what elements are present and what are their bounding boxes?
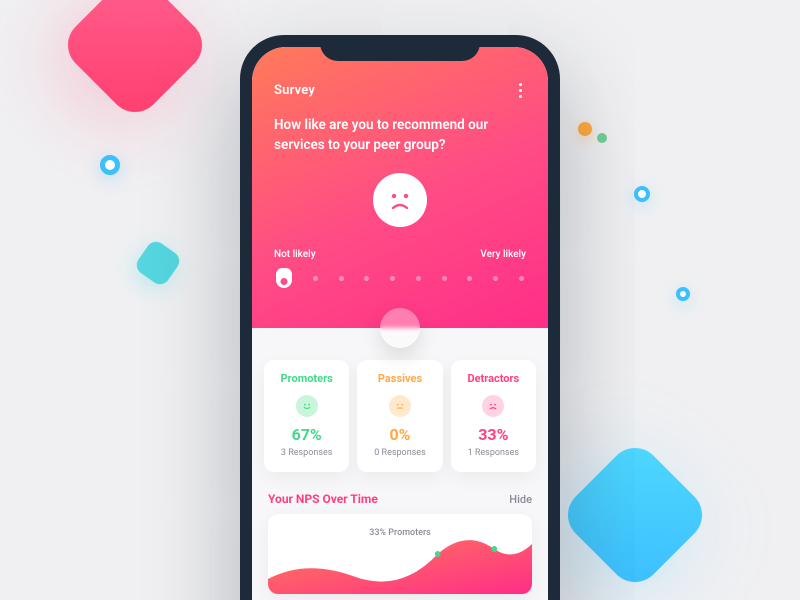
hide-button[interactable]: Hide — [509, 493, 532, 506]
slider-handle[interactable] — [276, 268, 292, 288]
promoters-card[interactable]: Promoters 67% 3 Responses — [264, 360, 349, 472]
nps-chart-section: Your NPS Over Time Hide 33% Promoters — [252, 486, 548, 594]
card-title: Detractors — [459, 372, 528, 385]
survey-hero: Survey How like are you to recommend our… — [252, 47, 548, 328]
sad-face-icon — [482, 395, 504, 417]
happy-face-icon — [296, 395, 318, 417]
card-responses: 0 Responses — [365, 448, 434, 458]
phone-frame: Survey How like are you to recommend our… — [240, 35, 560, 600]
more-menu-icon[interactable] — [515, 79, 526, 102]
bg-shape-teal — [133, 238, 183, 288]
card-percent: 67% — [272, 425, 341, 444]
slider-high-label: Very likely — [480, 249, 526, 260]
card-percent: 33% — [459, 425, 528, 444]
bg-dot — [634, 186, 650, 202]
chart-title: Your NPS Over Time — [268, 492, 378, 506]
pull-down-handle[interactable] — [380, 308, 420, 348]
phone-screen: Survey How like are you to recommend our… — [252, 47, 548, 600]
bg-dot — [578, 122, 592, 136]
card-percent: 0% — [365, 425, 434, 444]
stats-row: Promoters 67% 3 Responses Passives 0% 0 … — [252, 328, 548, 486]
card-responses: 1 Responses — [459, 448, 528, 458]
neutral-face-icon — [389, 395, 411, 417]
bg-dot — [676, 287, 690, 301]
card-title: Promoters — [272, 372, 341, 385]
bg-dot — [597, 133, 607, 143]
slider-low-label: Not likely — [274, 249, 316, 260]
frown-face-icon — [373, 173, 427, 227]
passives-card[interactable]: Passives 0% 0 Responses — [357, 360, 442, 472]
survey-question: How like are you to recommend our servic… — [274, 116, 526, 155]
likelihood-slider[interactable] — [274, 268, 526, 288]
page-title: Survey — [274, 83, 315, 98]
card-responses: 3 Responses — [272, 448, 341, 458]
bg-dot — [100, 155, 120, 175]
bg-shape-blue — [557, 437, 713, 593]
bg-shape-pink — [57, 0, 213, 123]
nps-chart[interactable]: 33% Promoters — [268, 514, 532, 594]
card-title: Passives — [365, 372, 434, 385]
detractors-card[interactable]: Detractors 33% 1 Responses — [451, 360, 536, 472]
